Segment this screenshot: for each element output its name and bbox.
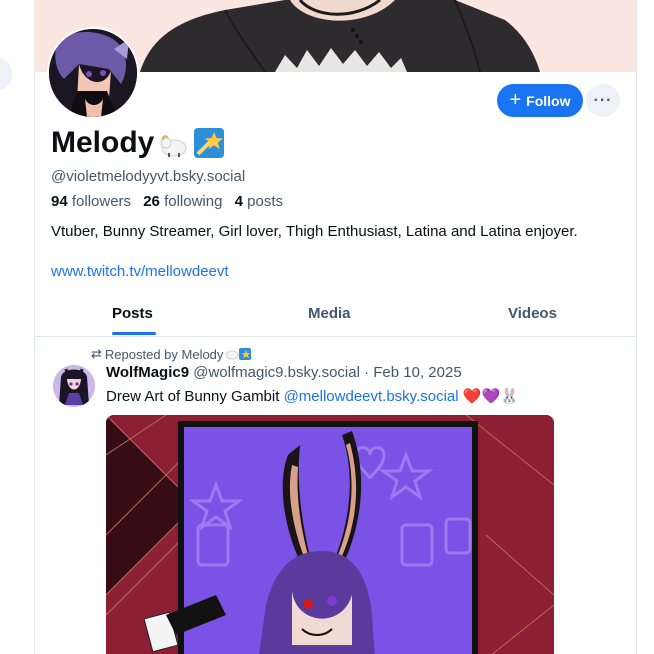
display-name-text: Melody <box>51 126 155 159</box>
profile-avatar[interactable] <box>47 27 139 119</box>
post-author-handle[interactable]: @wolfmagic9.bsky.social <box>193 364 360 381</box>
follow-button-label: Follow <box>526 92 571 109</box>
profile-stats: 94 followers 26 following 4 posts <box>51 193 283 210</box>
following-count: 26 <box>143 193 160 210</box>
followers-count: 94 <box>51 193 68 210</box>
post-header: WolfMagic9 @wolfmagic9.bsky.social · Feb… <box>106 364 462 381</box>
post-emoji-suffix: ❤️💜🐰 <box>458 388 519 405</box>
profile-link[interactable]: www.twitch.tv/mellowdeevt <box>51 263 229 280</box>
profile-column: + Follow ··· Melody @violetmelodyyvt.bsk… <box>34 0 637 654</box>
following-stat[interactable]: 26 following <box>143 193 222 210</box>
posts-count: 4 <box>234 193 243 210</box>
repost-icon: ⇄ <box>91 346 102 361</box>
tab-videos[interactable]: Videos <box>508 305 557 322</box>
post-image[interactable] <box>106 415 554 654</box>
tab-media[interactable]: Media <box>308 305 351 322</box>
post-text-body: Drew Art of Bunny Gambit <box>106 388 284 405</box>
post-image-art <box>106 415 554 654</box>
page-background-left <box>0 0 34 654</box>
post-author-name[interactable]: WolfMagic9 <box>106 364 189 381</box>
sheep-emoji-icon <box>160 132 188 157</box>
posts-stat: 4 posts <box>235 193 283 210</box>
followers-label: followers <box>71 193 132 210</box>
post-date[interactable]: Feb 10, 2025 <box>373 364 461 381</box>
profile-bio: Vtuber, Bunny Streamer, Girl lover, Thig… <box>51 223 578 240</box>
posts-label: posts <box>247 193 283 210</box>
ellipsis-icon: ··· <box>593 91 613 109</box>
avatar-art <box>49 29 137 117</box>
shooting-star-emoji-icon <box>194 128 225 158</box>
followers-stat[interactable]: 94 followers <box>51 193 131 210</box>
profile-handle: @violetmelodyyvt.bsky.social <box>51 168 246 185</box>
post-text: Drew Art of Bunny Gambit @mellowdeevt.bs… <box>106 387 519 405</box>
following-label: following <box>164 193 223 210</box>
active-tab-indicator <box>112 332 156 335</box>
repost-emoji-icon <box>226 348 252 360</box>
profile-tabs: Posts Media Videos <box>35 292 636 337</box>
tab-posts[interactable]: Posts <box>112 305 153 322</box>
post-author-avatar[interactable] <box>53 365 95 407</box>
profile-display-name: Melody <box>51 126 225 160</box>
follow-button[interactable]: + Follow <box>497 84 583 117</box>
post-separator: · <box>359 364 374 381</box>
post-avatar-art <box>53 365 95 407</box>
more-options-button[interactable]: ··· <box>586 84 620 117</box>
plus-icon: + <box>509 88 522 111</box>
post-mention-link[interactable]: @mellowdeevt.bsky.social <box>284 388 459 405</box>
repost-label: Reposted by Melody <box>104 346 224 362</box>
repost-indicator[interactable]: ⇄ Reposted by Melody <box>91 346 252 362</box>
